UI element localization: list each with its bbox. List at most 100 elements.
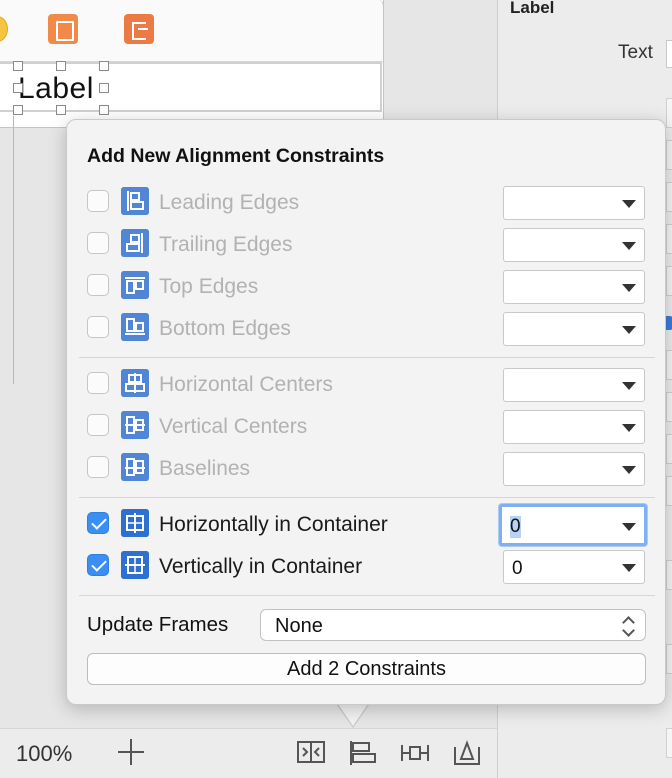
inspector-control[interactable] [666,434,672,464]
resize-handle-bottom-right[interactable] [99,105,109,115]
inspector-control[interactable] [666,140,672,170]
vertically-in-container-label: Vertically in Container [159,555,363,578]
horizontal-centers-value-dropdown[interactable] [503,368,645,402]
inspector-control[interactable] [666,98,672,128]
inspector-control[interactable] [666,728,672,758]
section-divider [79,595,655,596]
trailing-edges-icon [121,229,149,257]
vertical-centers-value-dropdown[interactable] [503,410,645,444]
leading-edges-label: Leading Edges [159,191,300,214]
inspector-control[interactable] [666,182,672,212]
baselines-value-dropdown[interactable] [503,452,645,486]
chevron-down-icon [622,200,636,208]
inspector-control[interactable] [666,476,672,506]
chevron-down-icon [622,382,636,390]
horizontally-in-container-label: Horizontally in Container [159,513,388,536]
horizontal-centers-icon [121,369,149,397]
trailing-edges-value-dropdown[interactable] [503,228,645,262]
add-new-constraints-icon[interactable] [400,739,430,767]
horizontally-in-container-value-field[interactable]: 0 [499,504,647,546]
horizontally-in-container-icon [121,509,149,537]
constraint-row-vertical-centers: Vertical Centers [67,406,665,448]
section-divider [79,357,655,358]
resize-handle-top[interactable] [56,61,66,71]
bottom-edges-icon [121,313,149,341]
resize-handle-left[interactable] [13,83,23,93]
bottom-edges-checkbox[interactable] [87,316,109,338]
inspector-control[interactable] [666,392,672,422]
top-edges-label: Top Edges [159,275,259,298]
chevron-down-icon [622,466,636,474]
resize-handle-top-right[interactable] [99,61,109,71]
leading-edges-checkbox[interactable] [87,190,109,212]
zoom-in-icon[interactable] [118,739,144,765]
update-frames-select[interactable]: None [260,609,646,641]
constraint-row-horizontal-centers: Horizontal Centers [67,364,665,406]
inspector-control[interactable] [666,266,672,296]
inspector-text-label: Text [618,42,653,63]
baselines-icon [121,453,149,481]
inspector-text-field[interactable] [666,40,672,68]
exit-icon[interactable] [124,14,154,44]
vertical-centers-label: Vertical Centers [159,415,308,438]
vertical-centers-checkbox[interactable] [87,414,109,436]
top-edges-checkbox[interactable] [87,274,109,296]
popover-arrow [338,704,368,726]
first-responder-icon[interactable] [48,14,78,44]
constraint-row-top-edges: Top Edges [67,266,665,308]
constraint-row-vertically-in-container: Vertically in Container 0 [67,546,665,588]
chevron-down-icon [622,564,636,572]
inspector-section-title: Label [510,0,555,17]
resize-handle-top-left[interactable] [13,61,23,71]
horizontal-centers-label: Horizontal Centers [159,373,333,396]
leading-edges-value-dropdown[interactable] [503,186,645,220]
alignment-constraints-popover: Add New Alignment Constraints Leading Ed… [66,119,666,705]
view-controller-icon[interactable] [0,16,8,42]
chevron-down-icon [622,284,636,292]
label-element-text: Label [18,72,94,105]
scene-dock [0,0,384,62]
inspector-control[interactable] [666,560,672,590]
bottom-edges-value-dropdown[interactable] [503,312,645,346]
update-frames-label: Update Frames [87,613,229,636]
chevron-down-icon [622,242,636,250]
zoom-level[interactable]: 100% [16,741,72,767]
baselines-label: Baselines [159,457,251,480]
inspector-control[interactable] [666,350,672,380]
chevron-down-icon [622,326,636,334]
align-icon[interactable] [348,739,378,767]
resize-handle-bottom-left[interactable] [13,105,23,115]
chevron-down-icon [622,523,636,531]
trailing-edges-label: Trailing Edges [159,233,293,256]
trailing-edges-checkbox[interactable] [87,232,109,254]
resolve-auto-layout-issues-icon[interactable] [452,739,482,767]
popover-title: Add New Alignment Constraints [87,145,385,167]
bottom-edges-label: Bottom Edges [159,317,291,340]
inspector-control[interactable] [666,644,672,674]
horizontally-in-container-value: 0 [510,516,521,538]
section-divider [79,497,655,498]
horizontally-in-container-checkbox[interactable] [87,512,109,534]
selected-label-element[interactable]: Label [13,61,109,115]
top-edges-value-dropdown[interactable] [503,270,645,304]
constraint-row-leading-edges: Leading Edges [67,182,665,224]
add-constraints-button[interactable]: Add 2 Constraints [87,653,646,685]
resize-handle-bottom[interactable] [56,105,66,115]
up-down-chevron-icon [623,616,635,636]
baselines-checkbox[interactable] [87,456,109,478]
vertically-in-container-value: 0 [512,558,523,579]
update-frames-value: None [275,615,323,637]
chevron-down-icon [622,424,636,432]
canvas-edge [0,116,14,384]
leading-edges-icon [121,187,149,215]
vertically-in-container-value-field[interactable]: 0 [503,550,645,584]
resize-handle-right[interactable] [99,83,109,93]
constraint-row-baselines: Baselines [67,448,665,490]
embed-in-stack-icon[interactable] [296,739,326,767]
constraint-row-trailing-edges: Trailing Edges [67,224,665,266]
horizontal-centers-checkbox[interactable] [87,372,109,394]
canvas-bottom-bar: 100% [0,728,497,778]
inspector-control[interactable] [666,224,672,254]
vertically-in-container-checkbox[interactable] [87,554,109,576]
constraint-row-horizontally-in-container: Horizontally in Container 0 [67,504,665,546]
